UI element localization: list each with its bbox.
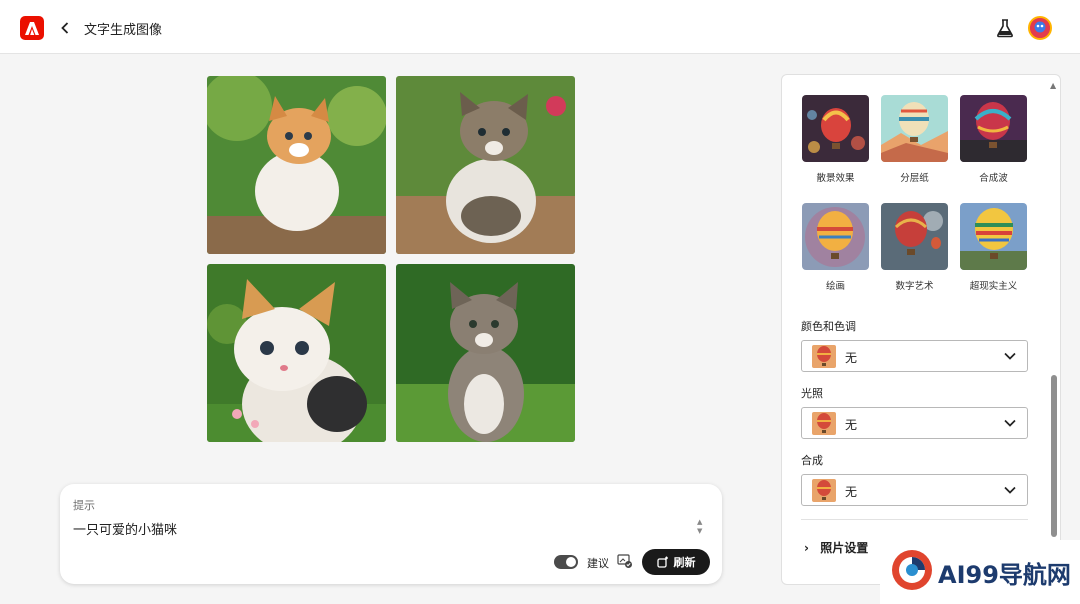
- prompt-stepper-icon[interactable]: ▲ ▼: [697, 518, 702, 536]
- lighting-label: 光照: [801, 387, 823, 400]
- generated-image-1[interactable]: [207, 76, 386, 254]
- gallery-check-icon[interactable]: [617, 553, 633, 569]
- style-label: 合成波: [979, 173, 1008, 184]
- style-label: 分层纸: [900, 173, 929, 184]
- prompt-label: 提示: [73, 499, 95, 512]
- prompt-panel: 提示 一只可爱的小猫咪 ▲ ▼ 建议 刷新: [60, 484, 722, 584]
- style-option-bokeh[interactable]: 散景效果: [802, 95, 869, 203]
- suggestions-toggle[interactable]: [554, 555, 578, 569]
- style-label: 超现实主义: [969, 281, 1018, 292]
- watermark: AI99导航网: [880, 540, 1080, 604]
- flask-icon[interactable]: [996, 18, 1014, 38]
- top-bar: 文字生成图像: [0, 0, 1080, 54]
- style-label: 数字艺术: [895, 281, 934, 292]
- panel-scrollbar[interactable]: [1051, 375, 1057, 537]
- style-label: 散景效果: [816, 173, 855, 184]
- style-thumbnail: [881, 95, 948, 162]
- color-tone-label: 颜色和色调: [801, 320, 856, 333]
- generated-image-3[interactable]: [207, 264, 386, 442]
- user-avatar[interactable]: [1028, 16, 1052, 40]
- style-thumbnail: [960, 95, 1027, 162]
- composition-dropdown[interactable]: 无: [801, 474, 1028, 506]
- style-grid: 散景效果 分层纸 合成波 绘画 数字艺术 超现实主义: [802, 95, 1032, 311]
- photo-settings-label: 照片设置: [820, 541, 869, 555]
- style-thumbnail: [802, 95, 869, 162]
- composition-value: 无: [845, 485, 858, 499]
- balloon-swatch-icon: [812, 479, 836, 502]
- chevron-down-icon: [1004, 486, 1016, 494]
- composition-label: 合成: [801, 454, 823, 467]
- suggestions-label: 建议: [587, 557, 609, 570]
- settings-panel: ▲ 散景效果 分层纸 合成波 绘画 数字艺术 超现实主义 颜色和色调 无 光照 …: [781, 74, 1061, 585]
- refresh-label: 刷新: [673, 556, 696, 569]
- chevron-right-icon: ›: [804, 541, 809, 555]
- generated-images-grid: [207, 76, 575, 443]
- style-option-layered-paper[interactable]: 分层纸: [881, 95, 948, 203]
- style-label: 绘画: [825, 281, 845, 292]
- balloon-swatch-icon: [812, 345, 836, 368]
- watermark-text: AI99导航网: [938, 561, 1071, 589]
- style-option-painting[interactable]: 绘画: [802, 203, 869, 311]
- style-option-digital-art[interactable]: 数字艺术: [881, 203, 948, 311]
- style-thumbnail: [960, 203, 1027, 270]
- style-option-surrealism[interactable]: 超现实主义: [960, 203, 1027, 311]
- chevron-down-icon: [1004, 352, 1016, 360]
- panel-divider: [801, 519, 1028, 520]
- lighting-dropdown[interactable]: 无: [801, 407, 1028, 439]
- refresh-sparkle-icon: [656, 556, 668, 568]
- watermark-logo-icon: [892, 550, 932, 590]
- adobe-logo-icon[interactable]: [20, 16, 44, 40]
- lighting-value: 无: [845, 418, 858, 432]
- generated-image-4[interactable]: [396, 264, 575, 442]
- scroll-up-icon[interactable]: ▲: [1050, 81, 1056, 90]
- generated-image-2[interactable]: [396, 76, 575, 254]
- prompt-input[interactable]: 一只可爱的小猫咪: [73, 519, 177, 538]
- color-tone-dropdown[interactable]: 无: [801, 340, 1028, 372]
- page-title: 文字生成图像: [84, 23, 163, 38]
- back-chevron-icon[interactable]: [58, 18, 72, 38]
- balloon-swatch-icon: [812, 412, 836, 435]
- refresh-button[interactable]: 刷新: [642, 549, 710, 575]
- style-thumbnail: [802, 203, 869, 270]
- style-option-synthwave[interactable]: 合成波: [960, 95, 1027, 203]
- chevron-down-icon: [1004, 419, 1016, 427]
- photo-settings-toggle[interactable]: › 照片设置: [804, 539, 868, 556]
- style-thumbnail: [881, 203, 948, 270]
- color-tone-value: 无: [845, 351, 858, 365]
